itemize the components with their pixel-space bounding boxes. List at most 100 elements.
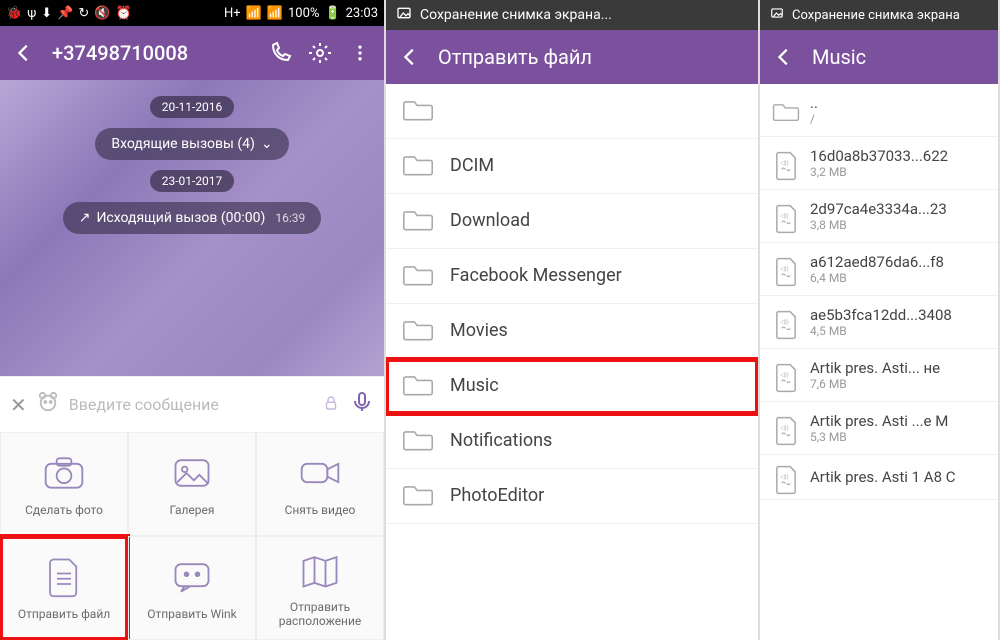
menu-button[interactable] [348, 41, 372, 65]
outgoing-call-chip[interactable]: ↗ Исходящий вызов (00:00) 16:39 [63, 202, 322, 234]
chevron-down-icon: ⌄ [261, 136, 273, 152]
file-name: Movies [450, 320, 508, 342]
file-sub: 6,4 MB [810, 271, 944, 285]
download-icon: ⬇ [41, 6, 52, 21]
contact-number[interactable]: +37498710008 [52, 41, 188, 65]
folder-row[interactable]: PhotoEditor [386, 469, 758, 524]
call-button[interactable] [268, 41, 292, 65]
folder-row[interactable]: Download [386, 194, 758, 249]
file-row[interactable]: ◁)) 2d97ca4e3334a...233,8 MB [760, 190, 998, 243]
chat-header: +37498710008 [0, 26, 384, 80]
file-text: DCIM [450, 155, 494, 177]
clock-text: 23:03 [346, 6, 378, 21]
file-text: ../ [810, 94, 818, 126]
grid-label: Отправить файл [18, 607, 110, 621]
file-list[interactable]: ../◁))16d0a8b37033...6223,2 MB◁))2d97ca4… [760, 84, 998, 640]
pin-icon: 📌 [57, 6, 73, 21]
file-row[interactable]: ◁)) ae5b3fca12dd...34084,5 MB [760, 296, 998, 349]
folder-row[interactable]: Movies [386, 304, 758, 359]
folder-list[interactable]: DCIM Download Facebook Messenger Movies Musi… [386, 84, 758, 640]
audio-file-icon: ◁)) [772, 363, 800, 387]
grid-send-file[interactable]: Отправить файл [0, 536, 128, 640]
file-row[interactable]: ◁))Artik pres. Asti ...e M5,3 MB [760, 402, 998, 455]
grid-label: Отправить Wink [147, 607, 237, 621]
refresh-icon: ↻ [78, 6, 89, 21]
svg-text:◁)): ◁)) [780, 212, 789, 219]
svg-text:◁)): ◁)) [780, 473, 789, 480]
message-input[interactable]: Введите сообщение [69, 395, 312, 414]
file-icon [42, 555, 86, 599]
folder-row[interactable]: Music [386, 359, 758, 414]
grid-label: Отправить расположение [257, 600, 383, 628]
incoming-calls-chip[interactable]: Входящие вызовы (4) ⌄ [95, 128, 288, 160]
file-name: ae5b3fca12dd...3408 [810, 306, 952, 324]
grid-label: Галерея [170, 503, 215, 517]
screen-chat: 🐞 ψ ⬇ 📌 ↻ 🔇 ⏰ H+ 📶 📶 100% 🔋 23:03 +37498… [0, 0, 386, 640]
file-sub: 7,6 MB [810, 377, 940, 391]
grid-send-location[interactable]: Отправить расположение [256, 536, 384, 640]
file-sub: 5,3 MB [810, 430, 948, 444]
back-button[interactable] [398, 45, 422, 69]
notification-bar: Сохранение снимка экрана [760, 0, 998, 30]
audio-file-icon: ◁)) [772, 416, 800, 440]
folder-row[interactable]: ../ [760, 84, 998, 137]
file-text: Artik pres. Asti... не7,6 MB [810, 359, 940, 391]
battery-icon: 🔋 [324, 6, 340, 21]
file-sub: 4,5 MB [810, 324, 952, 338]
file-text: 2d97ca4e3334a...233,8 MB [810, 200, 947, 232]
back-button[interactable] [772, 45, 796, 69]
file-picker-header: Отправить файл [386, 30, 758, 84]
svg-text:◁)): ◁)) [780, 318, 789, 325]
lock-icon[interactable] [322, 393, 340, 417]
grid-gallery[interactable]: Галерея [128, 432, 256, 536]
folder-row[interactable]: DCIM [386, 139, 758, 194]
mic-button[interactable] [350, 390, 374, 419]
file-row[interactable]: ◁))16d0a8b37033...6223,2 MB [760, 137, 998, 190]
svg-text:◁)): ◁)) [780, 265, 789, 272]
folder-icon [400, 96, 436, 126]
folder-row[interactable] [386, 84, 758, 139]
file-text: Download [450, 210, 530, 232]
attachment-grid: Сделать фото Галерея Снять видео Отправи… [0, 432, 384, 640]
alarm-icon: ⏰ [115, 6, 131, 21]
folder-icon [400, 151, 436, 181]
file-text: Artik pres. Asti 1 A8 C [810, 468, 956, 486]
file-row[interactable]: ◁)) a612aed876da6...f86,4 MB [760, 243, 998, 296]
debug-icon: 🐞 [6, 6, 22, 21]
signal2-icon: 📶 [267, 6, 283, 21]
svg-text:◁)): ◁)) [780, 371, 789, 378]
file-name: .. [810, 94, 818, 112]
folder-icon [772, 98, 800, 122]
file-name: Artik pres. Asti 1 A8 C [810, 468, 956, 486]
header-title: Отправить файл [438, 45, 746, 69]
file-name: a612aed876da6...f8 [810, 253, 944, 271]
outgoing-call-time: 16:39 [275, 211, 305, 225]
file-name: Music [450, 375, 499, 397]
svg-text:◁)): ◁)) [780, 159, 789, 166]
settings-button[interactable] [308, 41, 332, 65]
screenshot-icon [770, 6, 784, 24]
file-row[interactable]: ◁)) Artik pres. Asti 1 A8 C [760, 455, 998, 500]
folder-icon [400, 316, 436, 346]
file-row[interactable]: ◁)) Artik pres. Asti... не7,6 MB [760, 349, 998, 402]
file-text: ae5b3fca12dd...34084,5 MB [810, 306, 952, 338]
status-bar: 🐞 ψ ⬇ 📌 ↻ 🔇 ⏰ H+ 📶 📶 100% 🔋 23:03 [0, 0, 384, 26]
grid-record-video[interactable]: Снять видео [256, 432, 384, 536]
folder-row[interactable]: Facebook Messenger [386, 249, 758, 304]
sticker-button[interactable] [37, 391, 59, 418]
grid-send-wink[interactable]: Отправить Wink [128, 536, 256, 640]
folder-row[interactable]: Notifications [386, 414, 758, 469]
grid-take-photo[interactable]: Сделать фото [0, 432, 128, 536]
file-name: Facebook Messenger [450, 265, 622, 287]
screen-music-folder: Сохранение снимка экрана Music ../◁))16d… [760, 0, 1000, 640]
close-button[interactable]: ✕ [10, 393, 27, 417]
audio-file-icon: ◁)) [772, 257, 800, 281]
notification-text: Сохранение снимка экрана [792, 8, 960, 23]
file-sub: 3,2 MB [810, 165, 948, 179]
file-text: PhotoEditor [450, 485, 544, 507]
file-text: Movies [450, 320, 508, 342]
back-button[interactable] [12, 41, 36, 65]
outgoing-call-label: Исходящий вызов (00:00) [96, 210, 265, 226]
grid-label: Сделать фото [25, 503, 103, 517]
chat-body[interactable]: 20-11-2016 Входящие вызовы (4) ⌄ 23-01-2… [0, 80, 384, 376]
